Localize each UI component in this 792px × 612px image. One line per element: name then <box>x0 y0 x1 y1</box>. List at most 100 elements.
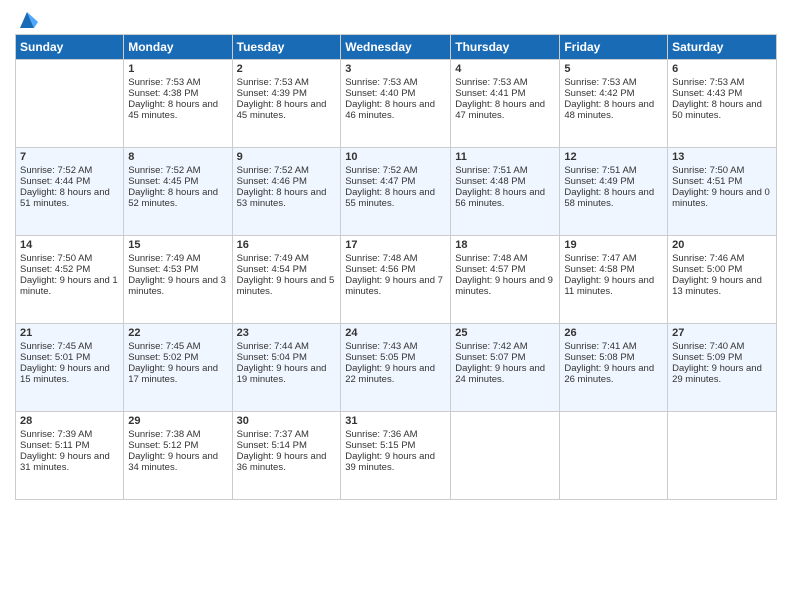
calendar-cell: 24Sunrise: 7:43 AMSunset: 5:05 PMDayligh… <box>341 324 451 412</box>
sunset-text: Sunset: 4:45 PM <box>128 176 227 187</box>
sunrise-text: Sunrise: 7:53 AM <box>128 77 227 88</box>
day-number: 9 <box>237 151 337 163</box>
sunrise-text: Sunrise: 7:48 AM <box>455 253 555 264</box>
calendar-cell: 11Sunrise: 7:51 AMSunset: 4:48 PMDayligh… <box>451 148 560 236</box>
day-number: 14 <box>20 239 119 251</box>
day-number: 2 <box>237 63 337 75</box>
calendar-cell: 2Sunrise: 7:53 AMSunset: 4:39 PMDaylight… <box>232 60 341 148</box>
sunset-text: Sunset: 5:12 PM <box>128 440 227 451</box>
day-number: 31 <box>345 415 446 427</box>
sunrise-text: Sunrise: 7:49 AM <box>128 253 227 264</box>
sunrise-text: Sunrise: 7:53 AM <box>564 77 663 88</box>
day-number: 27 <box>672 327 772 339</box>
daylight-text: Daylight: 9 hours and 3 minutes. <box>128 275 227 297</box>
sunrise-text: Sunrise: 7:50 AM <box>672 165 772 176</box>
sunset-text: Sunset: 4:41 PM <box>455 88 555 99</box>
sunrise-text: Sunrise: 7:44 AM <box>237 341 337 352</box>
calendar-cell: 6Sunrise: 7:53 AMSunset: 4:43 PMDaylight… <box>668 60 777 148</box>
daylight-text: Daylight: 9 hours and 36 minutes. <box>237 451 337 473</box>
calendar-row: 28Sunrise: 7:39 AMSunset: 5:11 PMDayligh… <box>16 412 777 500</box>
day-number: 23 <box>237 327 337 339</box>
day-number: 4 <box>455 63 555 75</box>
sunset-text: Sunset: 4:42 PM <box>564 88 663 99</box>
calendar-cell: 27Sunrise: 7:40 AMSunset: 5:09 PMDayligh… <box>668 324 777 412</box>
sunrise-text: Sunrise: 7:52 AM <box>128 165 227 176</box>
sunrise-text: Sunrise: 7:37 AM <box>237 429 337 440</box>
calendar-cell: 19Sunrise: 7:47 AMSunset: 4:58 PMDayligh… <box>560 236 668 324</box>
daylight-text: Daylight: 8 hours and 50 minutes. <box>672 99 772 121</box>
calendar-cell <box>560 412 668 500</box>
sunset-text: Sunset: 5:04 PM <box>237 352 337 363</box>
sunset-text: Sunset: 4:46 PM <box>237 176 337 187</box>
sunrise-text: Sunrise: 7:51 AM <box>455 165 555 176</box>
sunset-text: Sunset: 4:47 PM <box>345 176 446 187</box>
sunrise-text: Sunrise: 7:52 AM <box>237 165 337 176</box>
daylight-text: Daylight: 8 hours and 45 minutes. <box>128 99 227 121</box>
sunset-text: Sunset: 4:58 PM <box>564 264 663 275</box>
day-number: 16 <box>237 239 337 251</box>
daylight-text: Daylight: 9 hours and 15 minutes. <box>20 363 119 385</box>
day-number: 24 <box>345 327 446 339</box>
day-number: 6 <box>672 63 772 75</box>
calendar-cell: 16Sunrise: 7:49 AMSunset: 4:54 PMDayligh… <box>232 236 341 324</box>
sunrise-text: Sunrise: 7:52 AM <box>20 165 119 176</box>
sunrise-text: Sunrise: 7:49 AM <box>237 253 337 264</box>
calendar-cell: 26Sunrise: 7:41 AMSunset: 5:08 PMDayligh… <box>560 324 668 412</box>
sunrise-text: Sunrise: 7:53 AM <box>672 77 772 88</box>
weekday-header: Wednesday <box>341 35 451 60</box>
sunrise-text: Sunrise: 7:48 AM <box>345 253 446 264</box>
sunset-text: Sunset: 4:39 PM <box>237 88 337 99</box>
daylight-text: Daylight: 9 hours and 34 minutes. <box>128 451 227 473</box>
calendar-row: 14Sunrise: 7:50 AMSunset: 4:52 PMDayligh… <box>16 236 777 324</box>
sunset-text: Sunset: 5:14 PM <box>237 440 337 451</box>
calendar-cell: 15 Sunrise: 7:49 AMSunset: 4:53 PMDayligh… <box>124 236 232 324</box>
sunrise-text: Sunrise: 7:53 AM <box>237 77 337 88</box>
daylight-text: Daylight: 8 hours and 47 minutes. <box>455 99 555 121</box>
daylight-text: Daylight: 8 hours and 52 minutes. <box>128 187 227 209</box>
calendar: SundayMondayTuesdayWednesdayThursdayFrid… <box>15 34 777 500</box>
calendar-cell: 14Sunrise: 7:50 AMSunset: 4:52 PMDayligh… <box>16 236 124 324</box>
sunrise-text: Sunrise: 7:45 AM <box>128 341 227 352</box>
calendar-cell: 18Sunrise: 7:48 AMSunset: 4:57 PMDayligh… <box>451 236 560 324</box>
day-number: 25 <box>455 327 555 339</box>
day-number: 29 <box>128 415 227 427</box>
day-number: 15 <box>128 239 227 251</box>
sunset-text: Sunset: 4:48 PM <box>455 176 555 187</box>
day-number: 28 <box>20 415 119 427</box>
day-number: 11 <box>455 151 555 163</box>
daylight-text: Daylight: 9 hours and 39 minutes. <box>345 451 446 473</box>
sunset-text: Sunset: 4:49 PM <box>564 176 663 187</box>
sunset-text: Sunset: 4:38 PM <box>128 88 227 99</box>
daylight-text: Daylight: 9 hours and 17 minutes. <box>128 363 227 385</box>
calendar-cell: 25Sunrise: 7:42 AMSunset: 5:07 PMDayligh… <box>451 324 560 412</box>
calendar-cell <box>451 412 560 500</box>
day-number: 7 <box>20 151 119 163</box>
weekday-header: Tuesday <box>232 35 341 60</box>
sunrise-text: Sunrise: 7:52 AM <box>345 165 446 176</box>
day-number: 12 <box>564 151 663 163</box>
day-number: 18 <box>455 239 555 251</box>
calendar-cell <box>668 412 777 500</box>
daylight-text: Daylight: 9 hours and 1 minute. <box>20 275 119 297</box>
day-number: 5 <box>564 63 663 75</box>
calendar-cell: 22Sunrise: 7:45 AMSunset: 5:02 PMDayligh… <box>124 324 232 412</box>
weekday-header: Saturday <box>668 35 777 60</box>
daylight-text: Daylight: 9 hours and 29 minutes. <box>672 363 772 385</box>
weekday-header: Friday <box>560 35 668 60</box>
daylight-text: Daylight: 9 hours and 24 minutes. <box>455 363 555 385</box>
sunrise-text: Sunrise: 7:40 AM <box>672 341 772 352</box>
weekday-header: Thursday <box>451 35 560 60</box>
day-number: 26 <box>564 327 663 339</box>
sunset-text: Sunset: 4:53 PM <box>128 264 227 275</box>
calendar-cell: 20Sunrise: 7:46 AMSunset: 5:00 PMDayligh… <box>668 236 777 324</box>
daylight-text: Daylight: 8 hours and 53 minutes. <box>237 187 337 209</box>
sunset-text: Sunset: 5:07 PM <box>455 352 555 363</box>
day-number: 13 <box>672 151 772 163</box>
sunset-text: Sunset: 4:40 PM <box>345 88 446 99</box>
calendar-row: 21Sunrise: 7:45 AMSunset: 5:01 PMDayligh… <box>16 324 777 412</box>
logo <box>15 10 39 26</box>
sunset-text: Sunset: 4:57 PM <box>455 264 555 275</box>
day-number: 20 <box>672 239 772 251</box>
calendar-cell: 12Sunrise: 7:51 AMSunset: 4:49 PMDayligh… <box>560 148 668 236</box>
calendar-cell: 31Sunrise: 7:36 AMSunset: 5:15 PMDayligh… <box>341 412 451 500</box>
